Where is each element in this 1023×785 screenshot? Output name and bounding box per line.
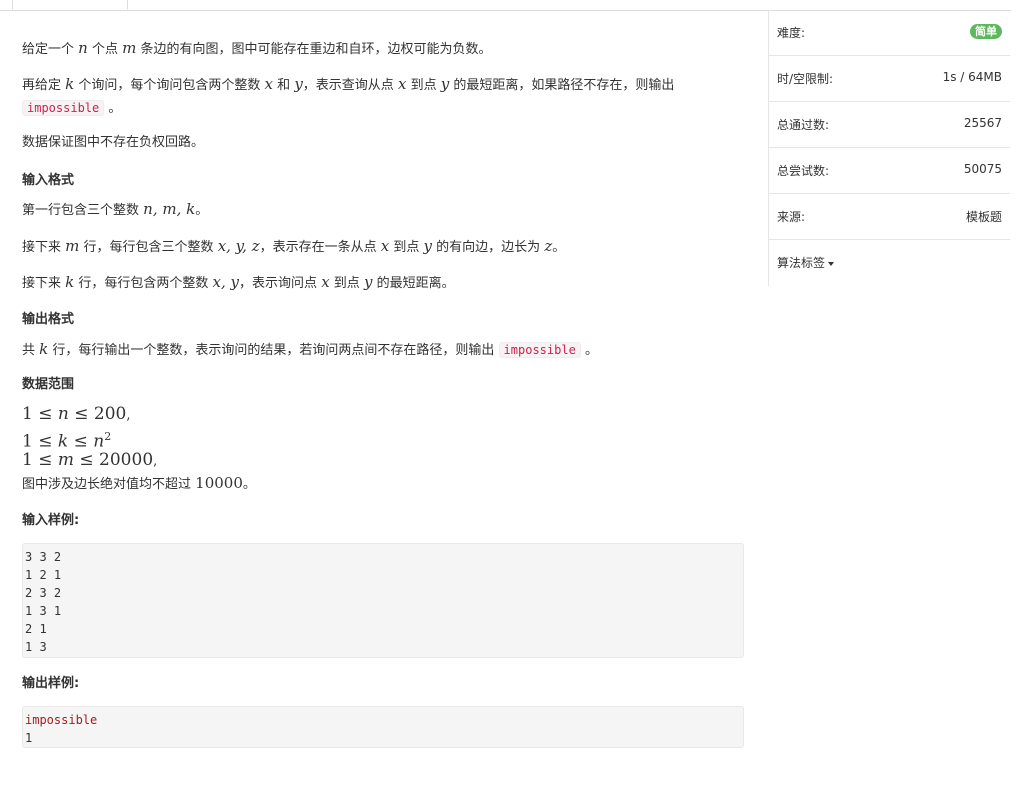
tried-label: 总尝试数: <box>777 164 830 178</box>
algorithm-tags-toggle[interactable]: 算法标签 <box>777 254 835 271</box>
code-impossible: impossible <box>22 100 105 116</box>
input-line-1: 第一行包含三个整数 n, m, k。 <box>22 200 209 218</box>
info-row-passed: 总通过数: 25567 <box>769 102 1010 148</box>
passed-label: 总通过数: <box>777 118 830 132</box>
sample-output-line: impossible <box>25 713 98 727</box>
range-m: 1 ≤ m ≤ 20000, <box>22 450 158 470</box>
limit-label: 时/空限制: <box>777 72 834 86</box>
desc-paragraph-2: 再给定 k 个询问，每个询问包含两个整数 x 和 y，表示查询从点 x 到点 y… <box>22 75 675 93</box>
desc-paragraph-3: 数据保证图中不存在负权回路。 <box>22 135 205 150</box>
difficulty-badge: 简单 <box>970 24 1002 39</box>
sample-input-heading: 输入样例: <box>22 513 80 528</box>
source-label: 来源: <box>777 210 806 224</box>
sample-output-block: impossible 1 <box>22 706 744 748</box>
info-row-difficulty: 难度: 简单 <box>769 10 1010 56</box>
tags-label: 算法标签 <box>777 256 826 270</box>
sample-input-line: 1 3 1 <box>25 604 62 618</box>
sample-output-line: 1 <box>25 731 33 745</box>
output-line-1: 共 k 行，每行输出一个整数，表示询问的结果，若询问两点间不存在路径，则输出 i… <box>22 340 598 358</box>
tab-problem-description[interactable] <box>12 0 128 10</box>
data-range-heading: 数据范围 <box>22 377 75 392</box>
input-line-3: 接下来 k 行，每行包含两个整数 x, y，表示询问点 x 到点 y 的最短距离… <box>22 273 455 291</box>
info-row-tried: 总尝试数: 50075 <box>769 148 1010 194</box>
problem-info-panel: 难度: 简单 时/空限制: 1s / 64MB 总通过数: 25567 总尝试数… <box>768 10 1010 286</box>
code-impossible: impossible <box>498 342 581 358</box>
desc-paragraph-2-cont: impossible 。 <box>22 97 121 120</box>
difficulty-label: 难度: <box>777 26 806 40</box>
sample-input-block: 3 3 2 1 2 1 2 3 2 1 3 1 2 1 1 3 <box>22 543 744 658</box>
info-row-source: 来源: 模板题 <box>769 194 1010 240</box>
sample-input-line: 2 1 <box>25 622 47 636</box>
problem-page: 给定一个 n 个点 m 条边的有向图，图中可能存在重边和自环，边权可能为负数。 … <box>0 0 1023 785</box>
info-row-limit: 时/空限制: 1s / 64MB <box>769 56 1010 102</box>
tried-value: 50075 <box>963 162 1002 176</box>
desc-paragraph-1: 给定一个 n 个点 m 条边的有向图，图中可能存在重边和自环，边权可能为负数。 <box>22 39 492 57</box>
sample-input-line: 3 3 2 <box>25 550 62 564</box>
passed-value: 25567 <box>963 116 1002 130</box>
range-edge-weight: 图中涉及边长绝对值均不超过 10000。 <box>22 474 256 492</box>
sample-input-line: 1 2 1 <box>25 568 62 582</box>
input-line-2: 接下来 m 行，每行包含三个整数 x, y, z，表示存在一条从点 x 到点 y… <box>22 237 566 255</box>
sample-output-heading: 输出样例: <box>22 676 80 691</box>
info-row-tags: 算法标签 <box>769 240 1010 286</box>
input-format-heading: 输入格式 <box>22 173 75 188</box>
output-format-heading: 输出格式 <box>22 312 75 327</box>
source-value: 模板题 <box>965 210 1002 224</box>
sample-input-line: 1 3 <box>25 640 47 654</box>
sample-input-line: 2 3 2 <box>25 586 62 600</box>
caret-down-icon <box>828 261 835 266</box>
range-n: 1 ≤ n ≤ 200, <box>22 404 131 424</box>
limit-value: 1s / 64MB <box>942 70 1002 84</box>
